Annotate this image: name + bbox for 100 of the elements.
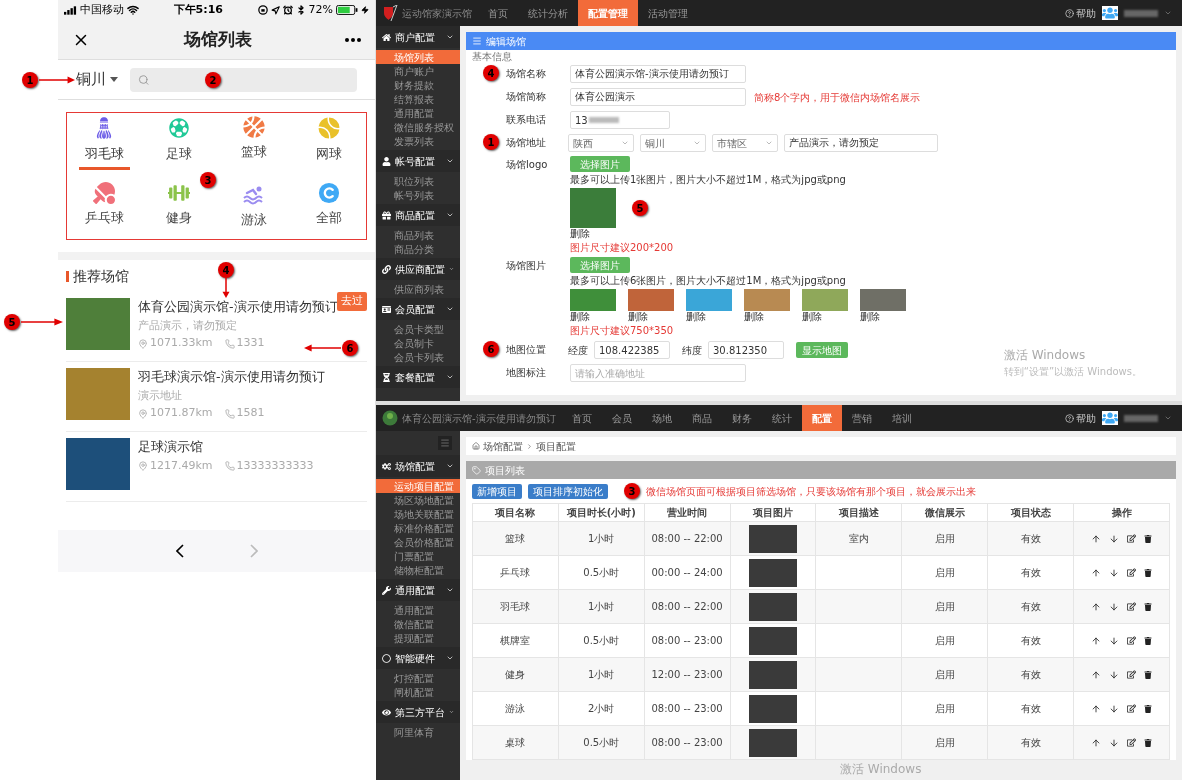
category-tab[interactable]: 篮球 xyxy=(228,115,280,170)
help-link[interactable]: 帮助 xyxy=(1065,5,1096,21)
category-tab[interactable]: 网球 xyxy=(303,115,354,170)
nav-tab[interactable]: 财务 xyxy=(721,405,762,431)
edit-icon[interactable] xyxy=(1127,534,1136,543)
nav-tab[interactable]: 统计分析 xyxy=(518,0,578,26)
sidebar-group[interactable]: 智能硬件 xyxy=(376,647,460,669)
venue-card[interactable]: 足球演示馆 1217.49km 13333333333 xyxy=(66,432,367,502)
sidebar-item[interactable]: 会员卡列表 xyxy=(376,350,460,364)
sidebar-item[interactable]: 通用配置 xyxy=(376,106,460,120)
edit-icon[interactable] xyxy=(1127,636,1136,645)
category-tab[interactable]: 羽毛球 xyxy=(79,115,130,170)
city-selector[interactable]: 铜川 xyxy=(76,68,118,91)
select-field[interactable]: 铜川 xyxy=(640,134,706,152)
sidebar-item[interactable]: 职位列表 xyxy=(376,174,460,188)
nav-tab[interactable]: 营销 xyxy=(841,405,882,431)
sidebar-item[interactable]: 财务提款 xyxy=(376,78,460,92)
sidebar-group[interactable]: 帐号配置 xyxy=(376,150,460,172)
trash-icon[interactable] xyxy=(1144,704,1152,713)
sidebar-item[interactable]: 结算报表 xyxy=(376,92,460,106)
caret-icon[interactable] xyxy=(1164,9,1172,17)
sidebar-item[interactable]: 商品分类 xyxy=(376,242,460,256)
nav-tab[interactable]: 会员 xyxy=(601,405,642,431)
move-up-icon[interactable] xyxy=(1091,533,1101,544)
nav-tab[interactable]: 场地 xyxy=(641,405,682,431)
trash-icon[interactable] xyxy=(1144,738,1152,747)
trash-icon[interactable] xyxy=(1144,670,1152,679)
move-down-icon[interactable] xyxy=(1109,533,1119,544)
nav-tab[interactable]: 首页 xyxy=(478,0,518,26)
delete-link[interactable]: 删除 xyxy=(744,311,764,323)
sidebar-item[interactable]: 微信服务授权 xyxy=(376,120,460,134)
edit-icon[interactable] xyxy=(1127,568,1136,577)
sidebar-group[interactable]: 商品配置 xyxy=(376,204,460,226)
input-field[interactable]: 体育公园演示 xyxy=(570,88,746,106)
delete-link[interactable]: 删除 xyxy=(860,311,880,323)
delete-link[interactable]: 删除 xyxy=(570,311,590,323)
sidebar-item[interactable]: 灯控配置 xyxy=(376,671,460,685)
back-button[interactable] xyxy=(175,544,184,558)
move-down-icon[interactable] xyxy=(1109,669,1119,680)
sidebar-group[interactable]: 第三方平台 xyxy=(376,701,460,723)
move-down-icon[interactable] xyxy=(1109,635,1119,646)
sidebar-item[interactable]: 会员卡类型 xyxy=(376,322,460,336)
move-up-icon[interactable] xyxy=(1091,601,1101,612)
search-field[interactable] xyxy=(130,67,357,92)
sidebar-item[interactable]: 标准价格配置 xyxy=(376,521,460,535)
menu-toggle-button[interactable] xyxy=(438,436,452,450)
trash-icon[interactable] xyxy=(1144,568,1152,577)
nav-tab[interactable]: 配置管理 xyxy=(578,0,638,26)
sidebar-item[interactable]: 场区场地配置 xyxy=(376,493,460,507)
breadcrumb-link[interactable]: 项目配置 xyxy=(536,438,576,454)
more-button[interactable] xyxy=(345,37,361,42)
delete-link[interactable]: 删除 xyxy=(686,311,706,323)
sidebar-group[interactable]: 商户配置 xyxy=(376,26,460,48)
delete-link[interactable]: 删除 xyxy=(570,228,590,240)
sidebar-item[interactable]: 阿里体育 xyxy=(376,725,460,739)
sidebar-item[interactable]: 运动项目配置 xyxy=(376,479,460,493)
sidebar-group[interactable]: 通用配置 xyxy=(376,579,460,601)
move-up-icon[interactable] xyxy=(1091,703,1101,714)
sidebar-item[interactable]: 商户账户 xyxy=(376,64,460,78)
move-down-icon[interactable] xyxy=(1109,703,1119,714)
edit-icon[interactable] xyxy=(1127,602,1136,611)
select-field[interactable]: 陕西 xyxy=(568,134,634,152)
delete-link[interactable]: 删除 xyxy=(628,311,648,323)
category-tab[interactable]: 乒乓球 xyxy=(79,182,130,237)
sidebar-item[interactable]: 商品列表 xyxy=(376,228,460,242)
input-field[interactable]: 30.812350 xyxy=(708,341,784,359)
select-field[interactable]: 市辖区 xyxy=(712,134,778,152)
sidebar-item[interactable]: 闸机配置 xyxy=(376,685,460,699)
user-avatar-icon[interactable] xyxy=(1102,411,1118,425)
sidebar-item[interactable]: 会员价格配置 xyxy=(376,535,460,549)
sidebar-item[interactable]: 微信配置 xyxy=(376,617,460,631)
nav-tab[interactable]: 统计 xyxy=(761,405,802,431)
sidebar-item[interactable]: 通用配置 xyxy=(376,603,460,617)
edit-icon[interactable] xyxy=(1127,704,1136,713)
move-down-icon[interactable] xyxy=(1109,567,1119,578)
move-up-icon[interactable] xyxy=(1091,567,1101,578)
input-field[interactable]: 108.422385 xyxy=(594,341,670,359)
venue-card[interactable]: 羽毛球演示馆-演示使用请勿预订 演示地址 1071.87km 1581 xyxy=(66,362,367,432)
nav-tab[interactable]: 活动管理 xyxy=(638,0,698,26)
input-field[interactable]: 请输入准确地址 xyxy=(570,364,746,382)
sidebar-group[interactable]: 会员配置 xyxy=(376,298,460,320)
move-up-icon[interactable] xyxy=(1091,737,1101,748)
move-down-icon[interactable] xyxy=(1109,737,1119,748)
caret-icon[interactable] xyxy=(1164,414,1172,422)
sidebar-item[interactable]: 帐号列表 xyxy=(376,188,460,202)
nav-tab[interactable]: 配置 xyxy=(801,405,842,431)
trash-icon[interactable] xyxy=(1144,636,1152,645)
breadcrumb-link[interactable]: 场馆配置 xyxy=(483,438,523,454)
sidebar-item[interactable]: 供应商列表 xyxy=(376,282,460,296)
sidebar-item[interactable]: 会员制卡 xyxy=(376,336,460,350)
user-avatar-icon[interactable] xyxy=(1102,6,1118,20)
edit-icon[interactable] xyxy=(1127,670,1136,679)
sidebar-group[interactable]: 供应商配置 xyxy=(376,258,460,280)
toolbar-button[interactable]: 新增项目 xyxy=(472,483,522,499)
sidebar-item[interactable]: 储物柜配置 xyxy=(376,563,460,577)
input-field[interactable]: 13 xyxy=(570,111,670,129)
category-tab[interactable]: 游泳 xyxy=(228,182,280,237)
category-tab[interactable]: 足球 xyxy=(153,115,205,170)
trash-icon[interactable] xyxy=(1144,602,1152,611)
move-up-icon[interactable] xyxy=(1091,669,1101,680)
